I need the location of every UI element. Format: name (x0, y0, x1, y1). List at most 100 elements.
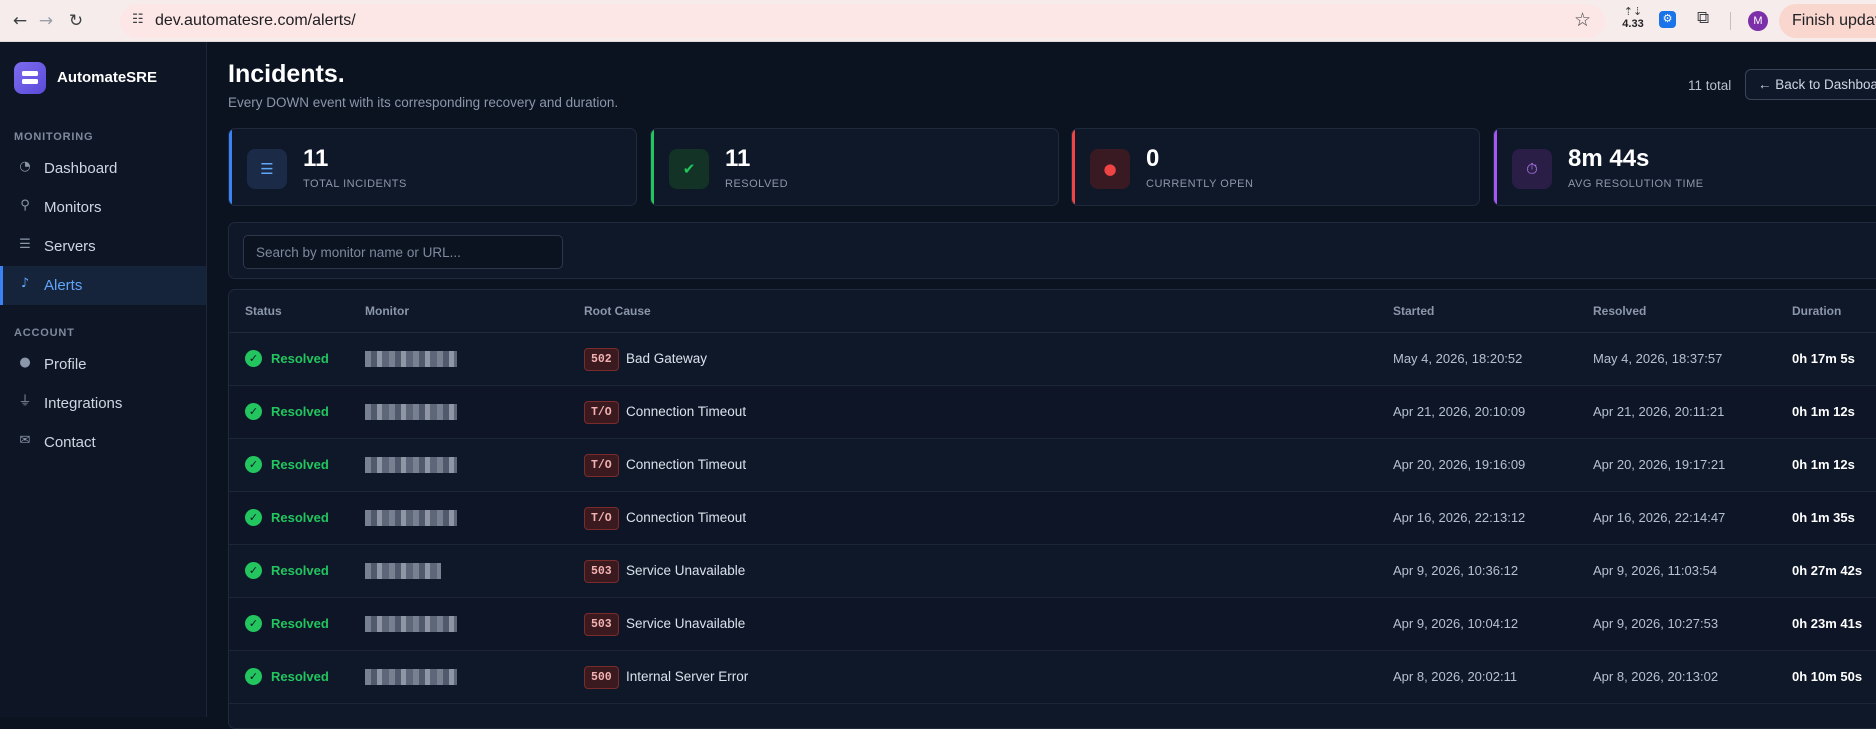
started-time: Apr 9, 2026, 10:04:12 (1393, 616, 1519, 631)
duration-value: 0h 1m 12s (1792, 404, 1855, 419)
resolved-time: Apr 20, 2026, 19:17:21 (1593, 457, 1726, 472)
forward-arrow-icon[interactable]: → (33, 8, 59, 34)
alert-icon: ● (1103, 160, 1117, 178)
bookmark-star-icon[interactable]: ☆ (1574, 9, 1591, 31)
status-label: Resolved (271, 669, 329, 684)
back-to-dashboard-button[interactable]: ← Back to Dashboard (1745, 69, 1876, 100)
check-circle-icon: ✓ (245, 456, 262, 473)
sidebar-item-label: Dashboard (44, 160, 118, 177)
resolved-time: Apr 16, 2026, 22:14:47 (1593, 510, 1726, 525)
search-input[interactable] (243, 235, 563, 269)
monitor-name-redacted[interactable] (365, 404, 457, 420)
envelope-icon: ✉ (19, 433, 31, 448)
url-text[interactable]: dev.automatesre.com/alerts/ (155, 12, 356, 30)
extension-badge-value: 4.33 (1622, 18, 1644, 30)
monitor-name-redacted[interactable] (365, 616, 457, 632)
sidebar-item-monitors[interactable]: ⚲ Monitors (0, 188, 206, 227)
table-row[interactable]: ✓ Resolved 503 Service Unavailable Apr 9, 20… (229, 545, 1876, 598)
table-row[interactable]: ✓ Resolved T/O Connection Timeout Apr 20, 20… (229, 439, 1876, 492)
monitor-name-redacted[interactable] (365, 669, 457, 685)
monitor-name-redacted[interactable] (365, 510, 457, 526)
profile-avatar[interactable]: M (1748, 11, 1768, 31)
arrows-icon: ⇡⇣ (1623, 6, 1643, 18)
status-label: Resolved (271, 351, 329, 366)
table-row[interactable]: ✓ Resolved 502 Bad Gateway May 4, 2026, 18:2… (229, 333, 1876, 386)
status-label: Resolved (271, 457, 329, 472)
incidents-table: Status Monitor Root Cause Started Resolv… (228, 289, 1876, 729)
section-label-account: ACCOUNT (14, 327, 75, 339)
column-header-root-cause[interactable]: Root Cause (584, 304, 651, 318)
stat-label: TOTAL INCIDENTS (303, 178, 407, 190)
duration-value: 0h 27m 42s (1792, 563, 1863, 578)
status-label: Resolved (271, 616, 329, 631)
sidebar: AutomateSRE MONITORING ◔ Dashboard ⚲ Mon… (0, 42, 207, 717)
page-subtitle: Every DOWN event with its corresponding … (228, 95, 619, 110)
column-header-monitor[interactable]: Monitor (365, 304, 409, 318)
server-icon: ☰ (19, 237, 31, 252)
column-header-resolved[interactable]: Resolved (1593, 304, 1646, 318)
site-settings-icon[interactable]: ☷ (132, 11, 150, 29)
root-cause-text: Internal Server Error (626, 669, 749, 684)
back-arrow-icon[interactable]: ← (7, 8, 33, 34)
sidebar-item-label: Integrations (44, 395, 123, 412)
sidebar-item-servers[interactable]: ☰ Servers (0, 227, 206, 266)
finish-update-button[interactable]: Finish update (1779, 4, 1876, 38)
monitor-name-redacted[interactable] (365, 457, 457, 473)
sidebar-item-label: Alerts (44, 277, 83, 294)
started-time: Apr 16, 2026, 22:13:12 (1393, 510, 1526, 525)
sidebar-item-contact[interactable]: ✉ Contact (0, 423, 206, 462)
main-content: Incidents. Every DOWN event with its cor… (208, 42, 1876, 729)
table-row[interactable]: ✓ Resolved T/O Connection Timeout Apr 16, 20… (229, 492, 1876, 545)
started-time: Apr 20, 2026, 19:16:09 (1393, 457, 1526, 472)
monitor-name-redacted[interactable] (365, 351, 457, 367)
reload-icon[interactable]: ↻ (63, 8, 89, 34)
duration-value: 0h 17m 5s (1792, 351, 1855, 366)
user-icon: ● (19, 355, 31, 370)
sidebar-item-label: Monitors (44, 199, 102, 216)
error-code-badge: T/O (584, 507, 619, 530)
error-code-badge: T/O (584, 454, 619, 477)
resolved-time: Apr 21, 2026, 20:11:21 (1593, 404, 1725, 419)
section-label-monitoring: MONITORING (14, 131, 94, 143)
table-row[interactable]: ✓ Resolved 503 Service Unavailable Apr 9, 20… (229, 598, 1876, 651)
satellite-icon: ⚲ (20, 198, 30, 213)
started-time: Apr 8, 2026, 20:02:11 (1393, 669, 1518, 684)
check-circle-icon: ✔ (682, 160, 696, 178)
extension-speed-badge[interactable]: ⇡⇣ 4.33 (1617, 6, 1649, 30)
started-time: May 4, 2026, 18:20:52 (1393, 351, 1523, 366)
extension-gear-icon[interactable]: ⚙ (1659, 11, 1676, 28)
error-code-badge: 500 (584, 666, 619, 689)
table-row[interactable]: ✓ Resolved 500 Internal Server Error Apr 8, … (229, 651, 1876, 704)
stat-value: 11 (303, 145, 329, 172)
column-header-status[interactable]: Status (245, 304, 282, 318)
plug-icon: ⏚ (18, 394, 32, 409)
browser-toolbar: ← → ↻ ☷ dev.automatesre.com/alerts/ ☆ ⇡⇣… (0, 0, 1876, 42)
resolved-time: May 4, 2026, 18:37:57 (1593, 351, 1723, 366)
sidebar-item-alerts[interactable]: ♪ Alerts (0, 266, 206, 305)
sidebar-item-label: Profile (44, 356, 87, 373)
resolved-time: Apr 9, 2026, 11:03:54 (1593, 563, 1718, 578)
resolved-time: Apr 9, 2026, 10:27:53 (1593, 616, 1719, 631)
table-header: Status Monitor Root Cause Started Resolv… (229, 290, 1876, 333)
brand-name[interactable]: AutomateSRE (57, 69, 157, 86)
monitor-name-redacted[interactable] (365, 563, 441, 579)
sidebar-item-profile[interactable]: ● Profile (0, 345, 206, 384)
stat-card-avg-resolution: ⏱ 8m 44s AVG RESOLUTION TIME (1493, 128, 1876, 206)
toolbar-divider (1730, 12, 1731, 30)
column-header-started[interactable]: Started (1393, 304, 1434, 318)
duration-value: 0h 23m 41s (1792, 616, 1863, 631)
address-bar[interactable]: ☷ dev.automatesre.com/alerts/ ☆ (120, 4, 1605, 38)
root-cause-text: Bad Gateway (626, 351, 708, 366)
sidebar-item-dashboard[interactable]: ◔ Dashboard (0, 149, 206, 188)
brand-logo-icon[interactable] (14, 62, 46, 94)
status-label: Resolved (271, 563, 329, 578)
extensions-puzzle-icon[interactable]: ⧉ (1697, 8, 1709, 28)
stat-card-currently-open: ● 0 CURRENTLY OPEN (1071, 128, 1480, 206)
check-circle-icon: ✓ (245, 562, 262, 579)
column-header-duration[interactable]: Duration (1792, 304, 1841, 318)
table-row[interactable]: ✓ Resolved T/O Connection Timeout Apr 21, 20… (229, 386, 1876, 439)
sidebar-item-integrations[interactable]: ⏚ Integrations (0, 384, 206, 423)
sidebar-item-label: Servers (44, 238, 96, 255)
check-circle-icon: ✓ (245, 668, 262, 685)
error-code-badge: 502 (584, 348, 619, 371)
